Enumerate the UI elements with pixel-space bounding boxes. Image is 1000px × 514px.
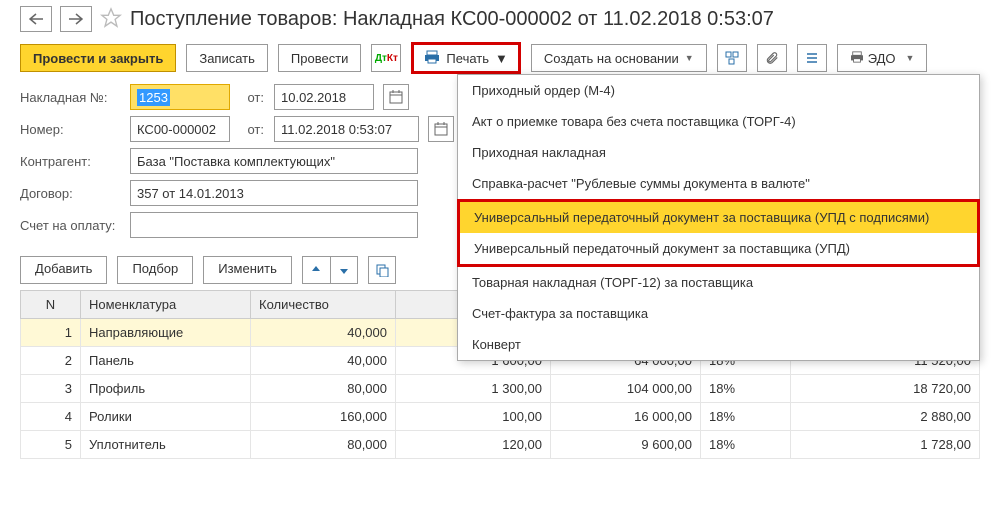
cell-qty: 160,000 [251,403,396,431]
calendar-button[interactable] [428,116,454,142]
contract-input[interactable]: 357 от 14.01.2013 [130,180,418,206]
cell-sum: 16 000,00 [551,403,701,431]
dropdown-item[interactable]: Акт о приемке товара без счета поставщик… [458,106,979,137]
printer-icon [424,50,440,67]
cell-vat: 18% [701,431,791,459]
add-row-button[interactable]: Добавить [20,256,107,284]
chevron-down-icon: ▼ [906,53,915,63]
invoice-no-label: Накладная №: [20,90,120,105]
bill-input[interactable] [130,212,418,238]
bill-label: Счет на оплату: [20,218,120,233]
cell-price: 120,00 [396,431,551,459]
dropdown-item[interactable]: Приходная накладная [458,137,979,168]
col-n: N [21,291,81,319]
dropdown-item-upd-signed[interactable]: Универсальный передаточный документ за п… [457,199,980,233]
cell-item: Профиль [81,375,251,403]
attachment-button[interactable] [757,44,787,72]
page-title: Поступление товаров: Накладная КС00-0000… [130,8,774,31]
dropdown-item[interactable]: Товарная накладная (ТОРГ-12) за поставщи… [458,267,979,298]
post-and-close-button[interactable]: Провести и закрыть [20,44,176,72]
post-button[interactable]: Провести [278,44,362,72]
cell-qty: 80,000 [251,375,396,403]
cell-vat-sum: 1 728,00 [791,431,980,459]
select-button[interactable]: Подбор [117,256,193,284]
cell-qty: 40,000 [251,347,396,375]
col-qty: Количество [251,291,396,319]
contract-label: Договор: [20,186,120,201]
chevron-down-icon: ▼ [685,53,694,63]
cell-sum: 104 000,00 [551,375,701,403]
cell-item: Уплотнитель [81,431,251,459]
copy-button[interactable] [368,256,396,284]
invoice-date-label: от: [240,90,264,105]
cell-n: 2 [21,347,81,375]
save-button[interactable]: Записать [186,44,268,72]
table-row[interactable]: 5Уплотнитель80,000120,009 600,0018%1 728… [21,431,980,459]
move-up-button[interactable] [302,256,330,284]
dropdown-item-upd[interactable]: Универсальный передаточный документ за п… [457,233,980,267]
print-dropdown: Приходный ордер (М-4) Акт о приемке това… [457,74,980,361]
col-item: Номенклатура [81,291,251,319]
cell-price: 100,00 [396,403,551,431]
dropdown-item[interactable]: Справка-расчет "Рублевые суммы документа… [458,168,979,199]
dropdown-item[interactable]: Конверт [458,329,979,360]
dropdown-item[interactable]: Приходный ордер (М-4) [458,75,979,106]
cell-vat-sum: 2 880,00 [791,403,980,431]
table-row[interactable]: 4Ролики160,000100,0016 000,0018%2 880,00 [21,403,980,431]
number-input[interactable]: КС00-000002 [130,116,230,142]
cell-item: Ролики [81,403,251,431]
create-based-button[interactable]: Создать на основании ▼ [531,44,707,72]
move-down-button[interactable] [330,256,358,284]
cell-vat: 18% [701,375,791,403]
print-button[interactable]: Печать ▼ [411,42,520,74]
counterparty-label: Контрагент: [20,154,120,169]
invoice-date-input[interactable]: 10.02.2018 [274,84,374,110]
table-row[interactable]: 3Профиль80,0001 300,00104 000,0018%18 72… [21,375,980,403]
cell-n: 3 [21,375,81,403]
cell-item: Панель [81,347,251,375]
counterparty-input[interactable]: База "Поставка комплектующих" [130,148,418,174]
printer-icon [850,51,864,66]
cell-qty: 40,000 [251,319,396,347]
cell-sum: 9 600,00 [551,431,701,459]
cell-price: 1 300,00 [396,375,551,403]
cell-qty: 80,000 [251,431,396,459]
edo-button[interactable]: ЭДО ▼ [837,44,928,72]
cell-n: 4 [21,403,81,431]
number-label: Номер: [20,122,120,137]
number-date-input[interactable]: 11.02.2018 0:53:07 [274,116,419,142]
invoice-no-input[interactable]: 1253 [130,84,230,110]
cell-item: Направляющие [81,319,251,347]
cell-vat-sum: 18 720,00 [791,375,980,403]
number-date-label: от: [240,122,264,137]
edit-button[interactable]: Изменить [203,256,292,284]
cell-n: 1 [21,319,81,347]
cell-n: 5 [21,431,81,459]
cell-vat: 18% [701,403,791,431]
dropdown-item[interactable]: Счет-фактура за поставщика [458,298,979,329]
calendar-button[interactable] [383,84,409,110]
chevron-down-icon: ▼ [495,51,508,66]
forward-button[interactable] [60,6,92,32]
list-button[interactable] [797,44,827,72]
dtkt-button[interactable]: ДтКт [371,44,401,72]
back-button[interactable] [20,6,52,32]
favorite-icon[interactable] [100,7,122,32]
structure-button[interactable] [717,44,747,72]
